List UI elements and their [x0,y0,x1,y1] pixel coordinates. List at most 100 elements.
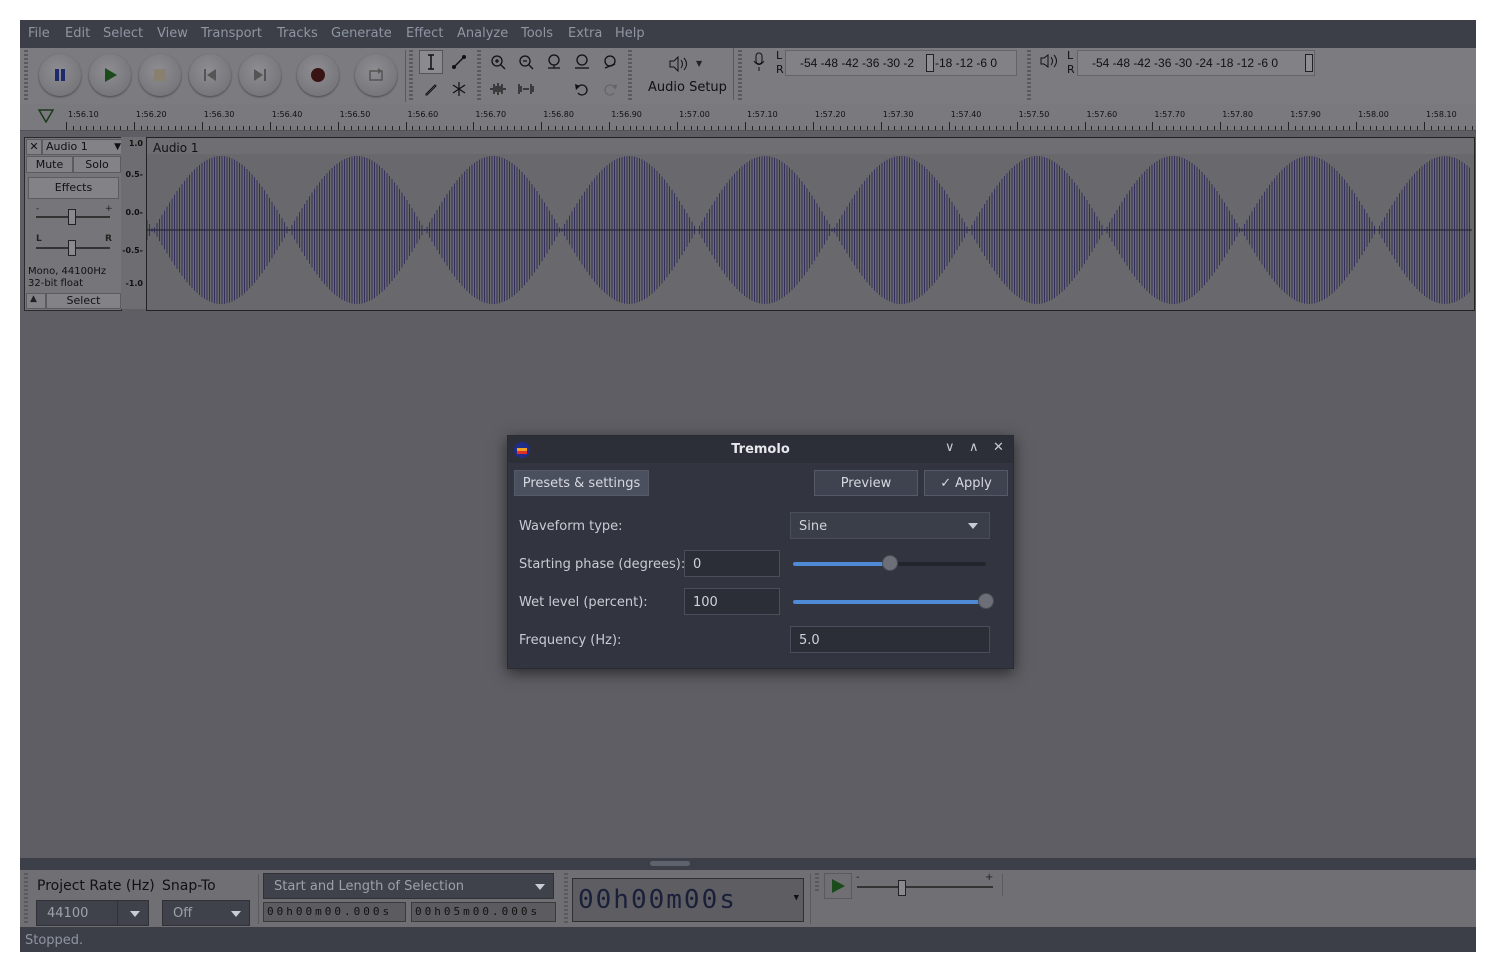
redo-button[interactable] [598,77,622,101]
fit-project-button[interactable] [570,50,594,74]
wet-level-slider[interactable] [793,593,994,609]
playback-meter[interactable]: -54 -48 -42 -36 -30 -24 -18 -12 -6 0 [1077,50,1315,76]
waveform-area[interactable]: Audio 1 [146,137,1475,311]
starting-phase-slider[interactable] [793,555,986,571]
track-menu-button[interactable]: Audio 1 ▼ [42,139,124,155]
ruler-tick-label: 1:56.60 [407,110,439,119]
track-select-button[interactable]: Select [46,293,121,309]
project-rate-select[interactable]: 44100 [36,900,149,926]
menu-view[interactable]: View [157,26,188,41]
playback-speed-slider[interactable] [857,880,993,896]
menu-generate[interactable]: Generate [331,26,392,41]
skip-start-button[interactable] [189,54,231,96]
menu-help[interactable]: Help [615,26,645,41]
ruler-tick [290,126,292,130]
collapse-button[interactable]: ▲ [26,293,46,309]
starting-phase-input[interactable]: 0 [684,550,780,577]
gain-slider-knob[interactable] [68,209,76,225]
toolbar-grip[interactable] [1027,50,1031,102]
ruler-tick [1403,126,1405,130]
presets-settings-button[interactable]: Presets & settings [514,470,649,496]
multi-tool[interactable] [447,77,471,101]
minimize-button[interactable]: ∨ [945,440,955,455]
menu-effect[interactable]: Effect [406,26,443,41]
ruler-tick [1064,126,1066,130]
toolbar-grip[interactable] [564,873,568,923]
slider-knob[interactable] [978,593,994,609]
zoom-in-icon [491,55,506,70]
ruler-tick [602,126,604,130]
toolbar-grip[interactable] [24,873,28,923]
skip-end-icon [254,69,266,81]
chevron-down-icon [130,911,140,917]
selection-mode-select[interactable]: Start and Length of Selection [263,873,554,899]
menu-tools[interactable]: Tools [521,26,553,41]
menu-analyze[interactable]: Analyze [457,26,508,41]
record-meter[interactable]: -54 -48 -42 -36 -30 -2 -18 -12 -6 0 [785,50,1017,76]
toolbar-grip[interactable] [628,50,632,102]
skip-end-button[interactable] [239,54,281,96]
slider-knob[interactable] [881,555,898,571]
fit-selection-button[interactable] [542,50,566,74]
ruler-tick [1057,126,1059,130]
trim-button[interactable] [486,77,510,101]
toolbar-grip[interactable] [24,50,28,102]
menu-tracks[interactable]: Tracks [277,26,318,41]
splitter-handle[interactable] [650,861,690,866]
ruler-tick [765,126,767,130]
selection-tool[interactable] [419,50,443,74]
maximize-button[interactable]: ∧ [969,440,979,455]
solo-button[interactable]: Solo [73,156,121,173]
preview-button[interactable]: Preview [814,470,918,496]
zoom-toggle-button[interactable] [598,50,622,74]
effects-button[interactable]: Effects [28,177,119,199]
menu-select[interactable]: Select [103,26,143,41]
time-display[interactable]: 00h00m00s ▼ [572,878,804,922]
envelope-tool[interactable] [447,50,471,74]
pan-slider-knob[interactable] [68,240,76,256]
pan-slider[interactable] [36,240,110,256]
splitter-bar[interactable] [20,858,1476,870]
record-button[interactable] [297,54,339,96]
frequency-input[interactable]: 5.0 [790,626,990,653]
undo-button[interactable] [570,77,594,101]
playback-meter-slider[interactable] [1305,54,1313,72]
silence-button[interactable] [514,77,538,101]
selection-start-time[interactable]: 00h00m00.000s [263,902,406,922]
ruler-tick-label: 1:57.60 [1086,110,1118,119]
apply-button[interactable]: ✓ Apply [924,470,1008,496]
speaker-icon [669,56,687,72]
pause-button[interactable] [39,54,81,96]
playback-speed-knob[interactable] [898,880,906,896]
chevron-down-icon: ∨ [945,440,955,455]
toolbar-grip[interactable] [815,873,819,893]
menu-transport[interactable]: Transport [201,26,262,41]
mute-button[interactable]: Mute [26,156,73,173]
dialog-title-bar[interactable]: Tremolo ∨ ∧ ✕ [508,436,1013,463]
menu-edit[interactable]: Edit [65,26,90,41]
record-meter-slider[interactable] [926,54,934,72]
snap-to-select[interactable]: Off [162,900,250,926]
waveform-type-select[interactable]: Sine [790,512,990,539]
toolbar-grip[interactable] [738,50,742,102]
play-button[interactable] [89,54,131,96]
zoom-in-button[interactable] [486,50,510,74]
audio-setup-button[interactable]: ▼ Audio Setup [637,48,734,100]
menu-file[interactable]: File [28,26,50,41]
play-at-speed-button[interactable] [824,873,852,899]
zoom-out-button[interactable] [514,50,538,74]
loop-button[interactable] [355,54,397,96]
track-close-button[interactable]: ✕ [26,139,42,155]
stop-button[interactable] [139,54,181,96]
toolbar-grip[interactable] [409,50,413,102]
draw-tool[interactable] [419,77,443,101]
clip-title-bar[interactable] [147,138,1474,154]
gain-slider[interactable] [36,209,110,225]
ruler-tick [833,126,835,130]
toolbar-grip[interactable] [477,50,481,102]
wet-level-input[interactable]: 100 [684,588,780,615]
menu-extra[interactable]: Extra [568,26,602,41]
timeline-ruler[interactable]: 1:56.10 1:56.20 1:56.30 1:56.40 1:56.50 1:56.… [20,104,1476,131]
close-button[interactable]: ✕ [993,440,1004,455]
selection-length-time[interactable]: 00h05m00.000s [411,902,556,922]
